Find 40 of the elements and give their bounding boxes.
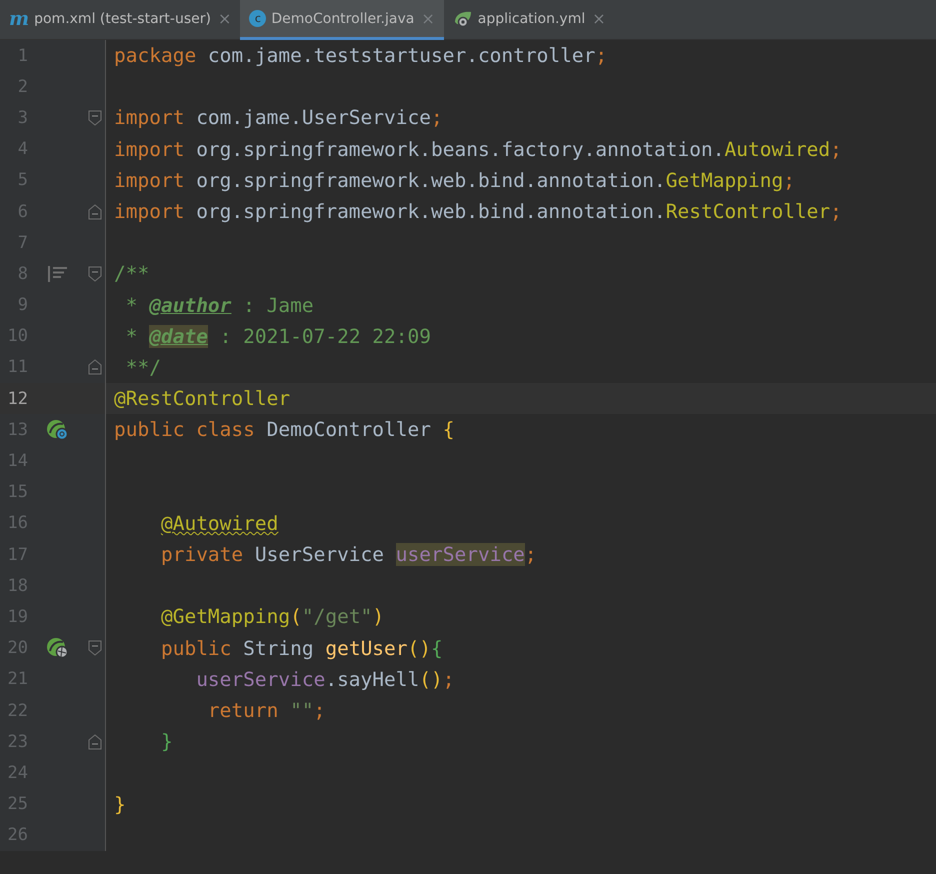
code-line: import org.springframework.web.bind.annotation.RestController; [113, 200, 842, 224]
code-line: package com.jame.teststartuser.controller; [113, 44, 608, 68]
code-line: **/ [124, 356, 161, 379]
line-number: 12 [6, 388, 28, 409]
class-icon: c [249, 10, 266, 27]
bean-icon[interactable] [46, 418, 70, 441]
code-line: } [113, 792, 126, 816]
close-icon[interactable]: × [592, 9, 606, 28]
editor-tab[interactable]: application.yml × [444, 0, 615, 40]
tab-label: pom.xml (test-start-user) [34, 10, 211, 26]
code-line: * @author : Jame [124, 294, 314, 317]
code-line: } [160, 730, 173, 754]
unfold-icon[interactable] [88, 204, 102, 220]
tab-label: application.yml [478, 10, 586, 26]
code-line: @GetMapping("/get") [160, 605, 384, 628]
unfold-icon[interactable] [88, 734, 102, 750]
fold-icon[interactable] [88, 640, 102, 656]
code-line: userService.sayHell(); [195, 668, 454, 691]
editor-tab[interactable]: c DemoController.java × [240, 0, 444, 40]
leaf-gear-icon [452, 10, 473, 28]
code-line: @Autowired [160, 512, 278, 535]
tab-label: DemoController.java [271, 10, 414, 26]
code-line: private UserService userService; [160, 543, 537, 566]
code-line: /** [113, 262, 150, 286]
code-line: import com.jame.UserService; [113, 106, 443, 130]
close-icon[interactable]: × [218, 9, 232, 28]
doc-render-icon[interactable] [48, 266, 68, 282]
code-line: import org.springframework.web.bind.annotation.GetMapping; [113, 168, 795, 192]
bean-globe-icon[interactable] [46, 637, 70, 660]
code-line: import org.springframework.beans.factory.annotation.Autowired; [113, 138, 842, 161]
code-line: public String getUser(){ [160, 636, 443, 660]
code-line: return ""; [206, 699, 326, 722]
code-line: @RestController [113, 387, 290, 410]
unfold-icon[interactable] [88, 359, 102, 376]
maven-icon: m [9, 8, 30, 30]
fold-icon[interactable] [88, 266, 102, 282]
fold-icon[interactable] [88, 110, 102, 126]
editor-tab[interactable]: m pom.xml (test-start-user) × [0, 0, 240, 40]
code-line: * @date : 2021-07-22 22:09 [124, 324, 432, 348]
code-line: public class DemoController { [113, 418, 454, 442]
